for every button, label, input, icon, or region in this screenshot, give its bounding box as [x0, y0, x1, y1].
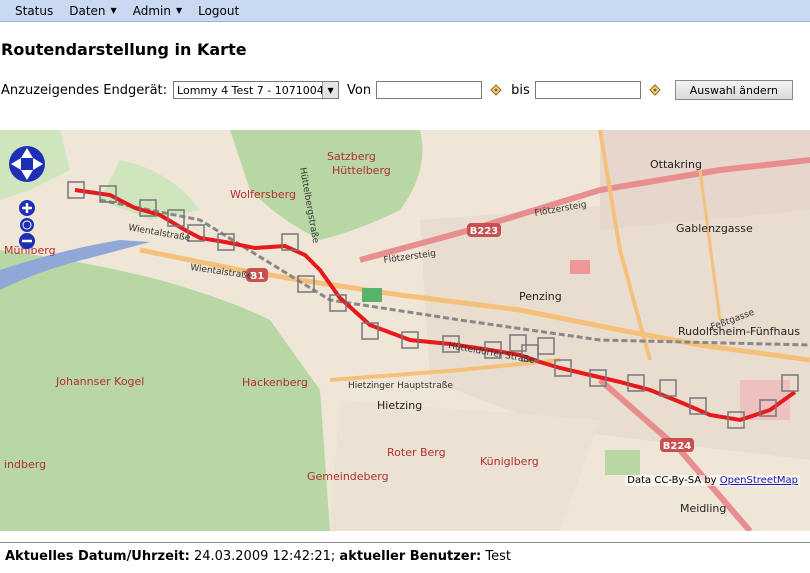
place-label: Satzberg [327, 150, 376, 163]
world-icon[interactable] [20, 218, 34, 232]
attribution-text: Data CC-By-SA by [627, 475, 717, 486]
zoom-out-icon[interactable] [19, 233, 35, 249]
date-label: Aktuelles Datum/Uhrzeit: [5, 549, 190, 564]
date-value: 24.03.2009 12:42:21; [193, 549, 336, 564]
menu-status[interactable]: Status [0, 0, 61, 21]
footer-divider [0, 542, 810, 543]
calendar-icon[interactable] [489, 83, 503, 97]
dropdown-arrow-icon: ▼ [322, 82, 339, 98]
road-shield-b224: B224 [663, 441, 692, 452]
user-value: Test [485, 549, 511, 564]
place-label: Küniglberg [480, 455, 539, 468]
map-pan-control[interactable] [9, 146, 45, 182]
menu-logout-label: Logout [198, 3, 240, 18]
page-title: Routendarstellung in Karte [1, 40, 247, 59]
place-label: Hietzing [377, 399, 422, 412]
place-label: Gemeindeberg [307, 470, 389, 483]
place-label: indberg [4, 458, 46, 471]
place-label: Gablenzgasse [676, 222, 753, 235]
osm-link[interactable]: OpenStreetMap [720, 475, 798, 486]
map-attribution: Data CC-By-SA by OpenStreetMap [625, 475, 800, 486]
map-canvas[interactable]: B223 B1 B224 Ottakring Satzberg Hüttelbe… [0, 130, 810, 531]
menu-admin-label: Admin [132, 3, 171, 18]
street-label: Hietzinger Hauptstraße [348, 381, 453, 391]
place-label: Meidling [680, 502, 726, 515]
zoom-in-icon[interactable] [19, 200, 35, 216]
caret-down-icon: ▼ [110, 6, 117, 15]
to-label: bis [511, 82, 530, 98]
menu-admin[interactable]: Admin ▼ [125, 0, 190, 21]
road-shield-b223: B223 [470, 226, 499, 237]
route-map[interactable]: B223 B1 B224 Ottakring Satzberg Hüttelbe… [0, 130, 810, 531]
from-date-input[interactable] [376, 81, 483, 99]
place-label: Johannser Kogel [55, 375, 144, 388]
device-label: Anzuzeigendes Endgerät: [1, 82, 168, 98]
device-selector-row: Anzuzeigendes Endgerät: Lommy 4 Test 7 -… [1, 79, 794, 101]
change-selection-button[interactable]: Auswahl ändern [674, 80, 794, 100]
footer-status: Aktuelles Datum/Uhrzeit: 24.03.2009 12:4… [5, 549, 511, 564]
place-label: Hüttelberg [332, 164, 391, 177]
user-label: aktueller Benutzer: [339, 549, 482, 564]
device-select-value: Lommy 4 Test 7 - 1071004002 [177, 83, 323, 97]
device-select[interactable]: Lommy 4 Test 7 - 1071004002 ▼ [173, 81, 340, 99]
place-label: Rudolfsheim-Fünfhaus [678, 325, 800, 338]
menu-daten[interactable]: Daten ▼ [61, 0, 124, 21]
to-date-input[interactable] [534, 81, 641, 99]
place-label: Hackenberg [242, 376, 308, 389]
place-label: Penzing [519, 290, 562, 303]
place-label: Ottakring [650, 158, 702, 171]
place-label: Roter Berg [387, 446, 446, 459]
menu-status-label: Status [15, 3, 54, 18]
from-label: Von [347, 82, 372, 98]
calendar-icon[interactable] [648, 83, 662, 97]
menu-logout[interactable]: Logout [190, 0, 247, 21]
menu-daten-label: Daten [69, 3, 106, 18]
menu-bar: Status Daten ▼ Admin ▼ Logout [0, 0, 810, 22]
caret-down-icon: ▼ [175, 6, 183, 15]
place-label: Wolfersberg [230, 188, 296, 201]
